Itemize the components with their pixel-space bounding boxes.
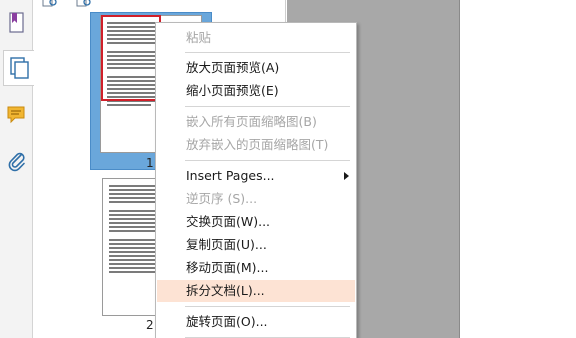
menu-separator bbox=[185, 52, 350, 53]
menu-item-paste[interactable]: 粘贴 bbox=[157, 27, 355, 49]
comment-icon[interactable] bbox=[4, 102, 30, 128]
menu-item-move-pages[interactable]: 移动页面(M)... bbox=[157, 257, 355, 279]
menu-item-remove-embedded-thumbnails[interactable]: 放弃嵌入的页面缩略图(T) bbox=[157, 134, 355, 156]
menu-item-insert-pages[interactable]: Insert Pages... bbox=[157, 165, 355, 187]
document-page[interactable] bbox=[459, 0, 576, 338]
page-number-2: 2 bbox=[146, 318, 154, 332]
navigation-rail bbox=[0, 0, 34, 338]
attachment-icon[interactable] bbox=[4, 148, 30, 174]
bookmark-icon[interactable] bbox=[4, 10, 30, 36]
context-menu: 粘贴 放大页面预览(A) 缩小页面预览(E) 嵌入所有页面缩略图(B) 放弃嵌入… bbox=[155, 22, 357, 338]
page-number-1: 1 bbox=[146, 156, 154, 170]
thumbnail-toolbar bbox=[34, 0, 286, 8]
viewport-rectangle[interactable] bbox=[101, 15, 161, 101]
insert-pages-label: Insert Pages... bbox=[186, 168, 275, 183]
zoom-in-thumbnails-icon[interactable] bbox=[76, 0, 92, 8]
menu-item-embed-thumbnails[interactable]: 嵌入所有页面缩略图(B) bbox=[157, 111, 355, 133]
menu-item-rotate-pages[interactable]: 旋转页面(O)... bbox=[157, 311, 355, 333]
menu-item-reduce-preview[interactable]: 缩小页面预览(E) bbox=[157, 80, 355, 102]
menu-item-copy-pages[interactable]: 复制页面(U)... bbox=[157, 234, 355, 256]
menu-item-reverse-pages[interactable]: 逆页序 (S)... bbox=[157, 188, 355, 210]
menu-item-enlarge-preview[interactable]: 放大页面预览(A) bbox=[157, 57, 355, 79]
menu-separator bbox=[185, 160, 350, 161]
menu-item-split-document[interactable]: 拆分文档(L)... bbox=[157, 280, 355, 302]
zoom-out-thumbnails-icon[interactable] bbox=[42, 0, 58, 8]
menu-separator bbox=[185, 306, 350, 307]
menu-item-swap-pages[interactable]: 交换页面(W)... bbox=[157, 211, 355, 233]
submenu-arrow-icon bbox=[344, 172, 349, 180]
menu-separator bbox=[185, 106, 350, 107]
page-thumbnails-icon[interactable] bbox=[3, 50, 34, 86]
